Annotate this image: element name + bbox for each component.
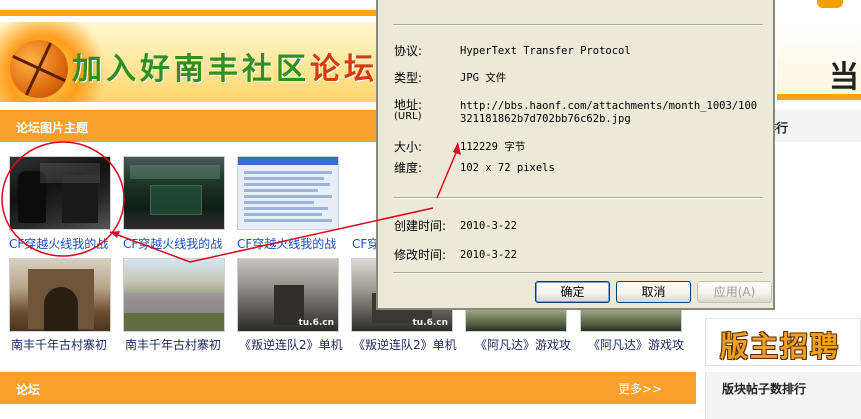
- side-post-rank-header: 版块帖子数排行: [705, 372, 861, 419]
- thumb-cf-1[interactable]: [9, 156, 111, 230]
- banner-title: 加入好南丰社区论坛: [72, 44, 378, 88]
- thumb-caption[interactable]: CF穿: [352, 235, 376, 252]
- thumb-caption[interactable]: 南丰千年古村寨初: [125, 336, 237, 353]
- right-banner: 当: [777, 22, 861, 102]
- forum-section-header: 论坛 更多>>: [0, 372, 696, 404]
- thumb-caption[interactable]: CF穿越火线我的战: [123, 235, 235, 252]
- ok-button[interactable]: 确定: [535, 281, 610, 303]
- dimension-value: 102 x 72 pixels: [460, 162, 555, 174]
- basketball-logo-icon: [10, 40, 68, 98]
- apply-button[interactable]: 应用(A): [697, 281, 772, 303]
- cancel-button[interactable]: 取消: [616, 281, 691, 303]
- thumb-caption[interactable]: 《叛逆连队2》单机: [353, 336, 465, 353]
- thumb-caption[interactable]: 南丰千年古村寨初: [11, 336, 123, 353]
- banner-title-red: 论坛: [310, 52, 378, 87]
- created-label: 创建时间:: [394, 219, 447, 233]
- address-value-line2[interactable]: 321181862b7d702bb76c62b.jpg: [460, 112, 631, 126]
- created-value: 2010-3-22: [460, 220, 517, 232]
- forum-more-link[interactable]: 更多>>: [618, 380, 662, 397]
- separator: [393, 272, 763, 274]
- pics-section-title: 论坛图片主题: [16, 121, 89, 135]
- thumb-village-2[interactable]: [123, 258, 225, 332]
- recruit-text: 版主招聘: [720, 330, 841, 363]
- side-post-rank-title: 版块帖子数排行: [722, 382, 807, 396]
- thumb-cf-2[interactable]: [123, 156, 225, 230]
- banner-title-green: 加入好南丰社区: [72, 52, 310, 87]
- thumb-caption[interactable]: 《阿凡达》游戏攻: [588, 336, 700, 353]
- size-label: 大小:: [394, 140, 423, 154]
- thumb-caption[interactable]: CF穿越火线我的战: [9, 235, 121, 252]
- top-right-decoration: [817, 0, 843, 8]
- thumb-village-1[interactable]: [9, 258, 111, 332]
- forum-section-title: 论坛: [16, 383, 41, 397]
- right-banner-glyph: 当: [829, 60, 859, 95]
- thumb-watermark: tu.6.cn: [298, 318, 334, 328]
- modified-label: 修改时间:: [394, 248, 447, 262]
- thumb-caption[interactable]: 《阿凡达》游戏攻: [475, 336, 587, 353]
- protocol-value: HyperText Transfer Protocol: [460, 45, 631, 57]
- thumb-caption[interactable]: 《叛逆连队2》单机: [239, 336, 351, 353]
- pics-section-header: 论坛图片主题: [0, 110, 380, 142]
- thumb-caption[interactable]: CF穿越火线我的战: [237, 235, 349, 252]
- moderator-recruit-banner[interactable]: 版主招聘: [705, 318, 861, 366]
- thumb-war-1[interactable]: tu.6.cn: [237, 258, 339, 332]
- separator: [393, 197, 763, 199]
- protocol-label: 协议:: [394, 44, 423, 58]
- thumb-cf-3[interactable]: [237, 156, 339, 230]
- type-value: JPG 文件: [460, 72, 507, 84]
- thumb-watermark: tu.6.cn: [412, 318, 448, 328]
- dimension-label: 维度:: [394, 161, 423, 175]
- address-label-sub: (URL): [394, 111, 422, 122]
- modified-value: 2010-3-22: [460, 249, 517, 261]
- type-label: 类型:: [394, 71, 423, 85]
- size-value: 112229 字节: [460, 141, 526, 153]
- image-properties-dialog[interactable]: 协议: HyperText Transfer Protocol 类型: JPG …: [376, 0, 775, 310]
- address-value-line1[interactable]: http://bbs.haonf.com/attachments/month_1…: [460, 99, 757, 113]
- separator: [393, 24, 763, 26]
- forum-banner[interactable]: 加入好南丰社区论坛: [0, 22, 380, 102]
